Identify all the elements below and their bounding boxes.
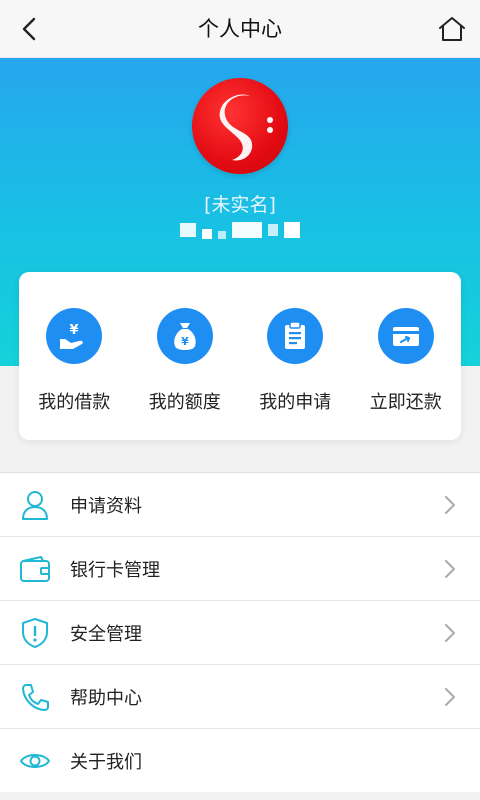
clipboard-icon — [285, 321, 306, 349]
eye-icon — [20, 753, 50, 768]
menu-item-security-management[interactable]: 安全管理 — [0, 601, 480, 665]
card-payment-icon — [392, 327, 419, 346]
chevron-right-icon — [445, 560, 455, 578]
menu-item-label: 申请资料 — [70, 495, 142, 517]
svg-text:¥: ¥ — [181, 335, 189, 348]
quick-action-repay-now[interactable]: 立即还款 — [351, 272, 462, 440]
masked-phone-number — [0, 216, 480, 244]
menu-item-about-us[interactable]: 关于我们 — [0, 729, 480, 793]
menu-item-label: 银行卡管理 — [70, 559, 160, 581]
logo-s-mark-icon — [219, 94, 273, 161]
menu-item-label: 关于我们 — [70, 751, 142, 773]
settings-menu-list: 申请资料 银行卡管理 安全管理 帮助中心 关于我们 — [0, 472, 480, 793]
quick-action-my-credit[interactable]: ¥ 我的额度 — [130, 272, 241, 440]
quick-action-label: 我的借款 — [38, 392, 111, 413]
quick-action-label: 立即还款 — [369, 392, 442, 413]
menu-item-label: 帮助中心 — [70, 687, 142, 709]
quick-actions-card: ¥ 我的借款 ¥ 我的额度 我的申请 立即还款 — [19, 272, 461, 440]
bottom-spacer — [0, 792, 480, 800]
real-name-status: [未实名] — [204, 194, 276, 216]
quick-action-label: 我的额度 — [148, 392, 221, 413]
chevron-right-icon — [445, 624, 455, 642]
app-logo — [192, 78, 288, 174]
phone-icon — [22, 683, 49, 711]
shield-alert-icon — [22, 617, 48, 648]
wallet-icon — [20, 555, 50, 582]
menu-item-bank-card-management[interactable]: 银行卡管理 — [0, 537, 480, 601]
my-applications-icon-circle — [267, 308, 324, 364]
home-icon — [439, 17, 465, 41]
quick-action-my-applications[interactable]: 我的申请 — [240, 272, 351, 440]
page-title: 个人中心 — [198, 17, 282, 41]
chevron-right-icon — [445, 688, 455, 706]
svg-text:¥: ¥ — [70, 323, 79, 338]
top-nav-bar: 个人中心 — [0, 0, 480, 58]
money-bag-icon: ¥ — [174, 323, 196, 350]
user-icon — [22, 490, 48, 520]
quick-action-label: 我的申请 — [259, 392, 332, 413]
menu-item-label: 安全管理 — [70, 623, 142, 645]
my-credit-icon-circle: ¥ — [156, 308, 213, 364]
home-button[interactable] — [436, 13, 468, 45]
my-loans-icon-circle: ¥ — [46, 308, 103, 364]
repay-now-icon-circle — [377, 308, 434, 364]
menu-item-help-center[interactable]: 帮助中心 — [0, 665, 480, 729]
menu-item-application-info[interactable]: 申请资料 — [0, 473, 480, 537]
quick-action-my-loans[interactable]: ¥ 我的借款 — [19, 272, 130, 440]
chevron-right-icon — [445, 496, 455, 514]
hand-yen-icon: ¥ — [60, 323, 84, 349]
